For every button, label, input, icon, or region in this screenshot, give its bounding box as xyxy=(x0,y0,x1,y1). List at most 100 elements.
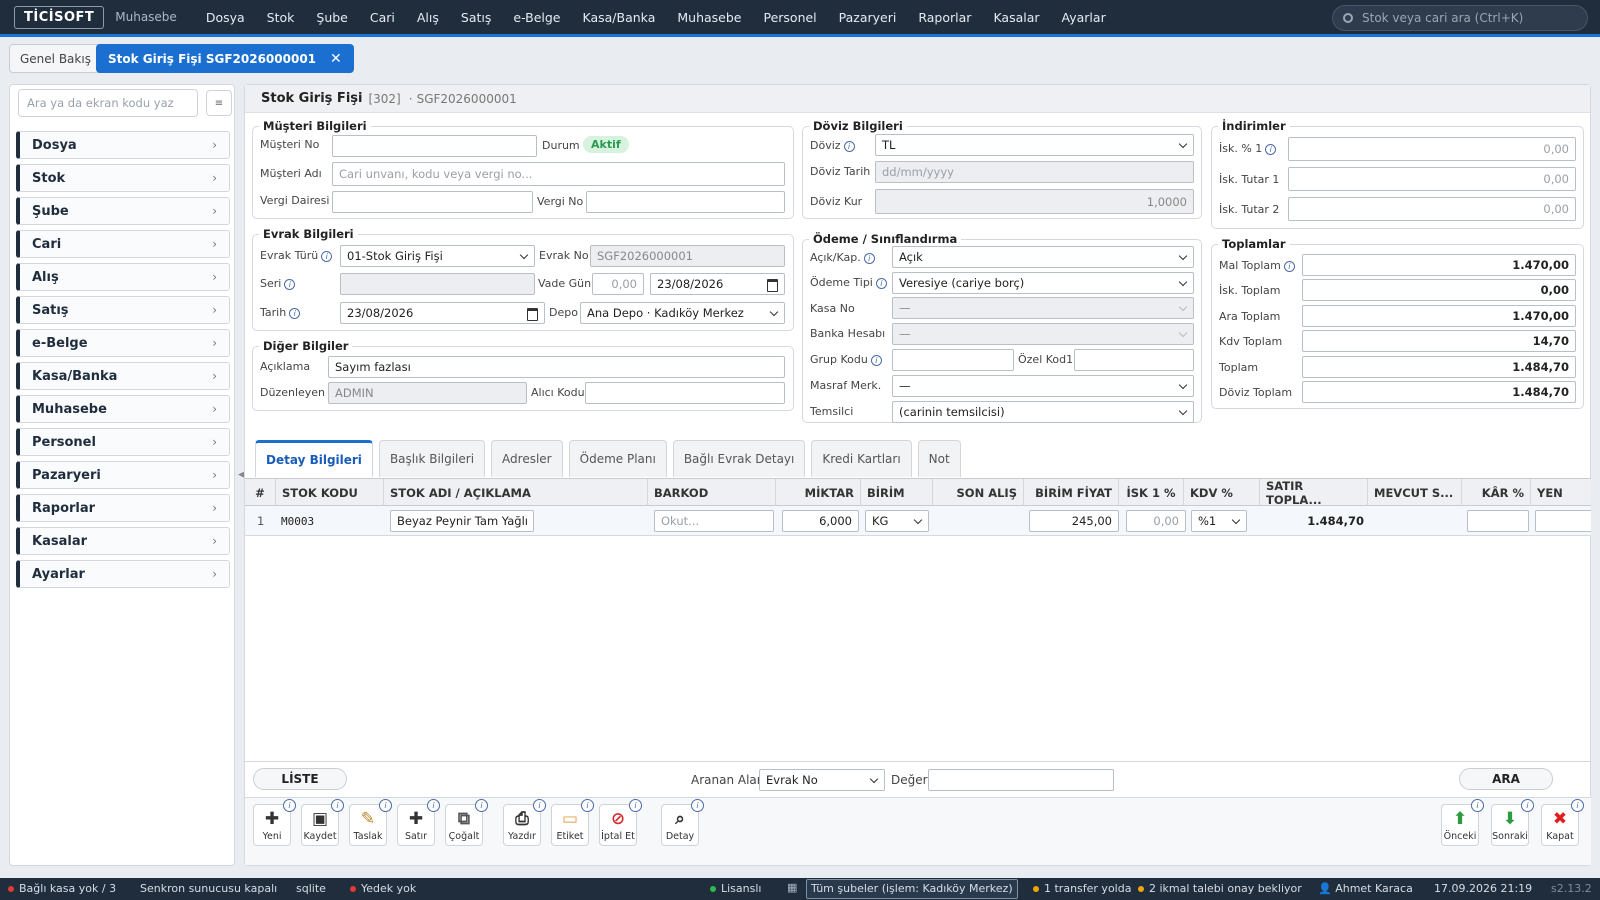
sidebar-item-kasa-banka[interactable]: Kasa/Banka › xyxy=(16,362,230,390)
row-birim-fiyat-input[interactable]: 245,00 xyxy=(1029,510,1119,532)
col-miktar[interactable]: MİKTAR xyxy=(776,479,861,506)
col-no[interactable]: # xyxy=(245,479,276,506)
info-icon[interactable]: i xyxy=(475,799,488,812)
sidebar-item-ayarlar[interactable]: Ayarlar › xyxy=(16,560,230,588)
info-icon[interactable]: i xyxy=(843,141,855,152)
info-icon[interactable]: i xyxy=(691,799,704,812)
global-search-input[interactable]: Stok veya cari ara (Ctrl+K) xyxy=(1332,5,1588,31)
musteri-no-input[interactable] xyxy=(332,135,537,157)
musteri-adi-input[interactable]: Cari unvanı, kodu veya vergi no... xyxy=(332,162,785,186)
menu-stok[interactable]: Stok xyxy=(267,10,295,25)
tarih-input[interactable]: 23/08/2026 xyxy=(340,302,545,324)
info-icon[interactable]: i xyxy=(1571,799,1584,812)
info-icon[interactable]: i xyxy=(379,799,392,812)
sidebar-menu-icon[interactable]: ≡ xyxy=(206,90,232,116)
row-stok-kodu[interactable]: M0003 xyxy=(281,510,314,532)
col-stok-kodu[interactable]: STOK KODU xyxy=(276,479,384,506)
aciklama-input[interactable]: Sayım fazlası xyxy=(328,356,785,378)
col-yeni[interactable]: YEN xyxy=(1531,479,1591,506)
status-transfer[interactable]: 1 transfer yolda xyxy=(1033,882,1131,895)
info-icon[interactable]: i xyxy=(870,355,882,366)
grup-kodu-input[interactable] xyxy=(892,349,1014,371)
info-icon[interactable]: i xyxy=(1265,144,1277,155)
liste-button[interactable]: LİSTE xyxy=(253,768,347,790)
info-icon[interactable]: i xyxy=(1471,799,1484,812)
row-miktar-input[interactable]: 6,000 xyxy=(782,510,859,532)
info-icon[interactable]: i xyxy=(629,799,642,812)
info-icon[interactable]: i xyxy=(289,308,301,319)
row-barkod-input[interactable]: Okut... xyxy=(654,510,774,532)
sidebar-item-alis[interactable]: Alış › xyxy=(16,263,230,291)
menu-alis[interactable]: Alış xyxy=(417,10,439,25)
info-icon[interactable]: i xyxy=(1521,799,1534,812)
menu-pazaryeri[interactable]: Pazaryeri xyxy=(839,10,897,25)
sidebar-item-cari[interactable]: Cari › xyxy=(16,230,230,258)
sidebar-item-dosya[interactable]: Dosya › xyxy=(16,131,230,159)
isk1-input[interactable]: 0,00 xyxy=(1288,137,1576,161)
tab-bagli-evrak-detayi[interactable]: Bağlı Evrak Detayı xyxy=(672,440,806,477)
sidebar-item-satis[interactable]: Satış › xyxy=(16,296,230,324)
detay-button[interactable]: ⌕ Detay i xyxy=(661,799,704,846)
tab-stok-giris-fisi[interactable]: Stok Giriş Fişi SGF2026000001 ✕ xyxy=(96,44,354,73)
status-user[interactable]: 👤 Ahmet Karaca xyxy=(1318,882,1413,895)
row-birim-select[interactable]: KG xyxy=(865,510,929,532)
duzenleyen-input[interactable]: ADMIN xyxy=(328,382,527,404)
col-isk1[interactable]: İSK 1 % xyxy=(1119,479,1184,506)
menu-dosya[interactable]: Dosya xyxy=(206,10,245,25)
vergi-dairesi-input[interactable] xyxy=(332,191,533,213)
taslak-button[interactable]: ✎ Taslak i xyxy=(349,799,392,846)
row-yeni-input[interactable] xyxy=(1535,510,1591,532)
info-icon[interactable]: i xyxy=(331,799,344,812)
app-logo[interactable]: TİCİSOFT xyxy=(14,5,105,29)
tab-detay-bilgileri[interactable]: Detay Bilgileri xyxy=(255,440,373,477)
sidebar-item-pazaryeri[interactable]: Pazaryeri › xyxy=(16,461,230,489)
vade-gun-input[interactable]: 0,00 xyxy=(592,273,644,295)
satir-button[interactable]: ✚ Satır i xyxy=(397,799,440,846)
temsilci-select[interactable]: (carinin temsilcisi) xyxy=(892,401,1194,423)
menu-sube[interactable]: Şube xyxy=(316,10,347,25)
info-icon[interactable]: i xyxy=(533,799,546,812)
row-isk-input[interactable]: 0,00 xyxy=(1126,510,1186,532)
doviz-select[interactable]: TL xyxy=(875,134,1194,156)
kaydet-button[interactable]: ▣ Kaydet i xyxy=(301,799,344,846)
yazdir-button[interactable]: ⎙ Yazdır i xyxy=(503,799,546,846)
ozel-kod1-input[interactable] xyxy=(1074,349,1194,371)
info-icon[interactable]: i xyxy=(427,799,440,812)
menu-kasa-banka[interactable]: Kasa/Banka xyxy=(583,10,656,25)
sube-select[interactable]: Tüm şubeler (işlem: Kadıköy Merkez) xyxy=(806,879,1018,899)
col-mevcut[interactable]: MEVCUT S... xyxy=(1368,479,1462,506)
info-icon[interactable]: i xyxy=(284,279,296,290)
sidebar-search-input[interactable]: Ara ya da ekran kodu yaz xyxy=(18,89,198,117)
tab-not[interactable]: Not xyxy=(917,440,961,477)
aranan-alan-select[interactable]: Evrak No xyxy=(759,769,885,791)
onceki-button[interactable]: ⬆ Önceki i xyxy=(1441,799,1484,846)
masraf-merk-select[interactable]: — xyxy=(892,375,1194,397)
ara-button[interactable]: ARA xyxy=(1459,768,1553,790)
info-icon[interactable]: i xyxy=(283,799,296,812)
info-icon[interactable]: i xyxy=(321,251,333,262)
info-icon[interactable]: i xyxy=(1283,261,1295,272)
col-stok-adi[interactable]: STOK ADI / AÇIKLAMA xyxy=(384,479,648,506)
col-satir-toplam[interactable]: SATIR TOPLA... xyxy=(1260,479,1368,507)
sonraki-button[interactable]: ⬇ Sonraki i xyxy=(1491,799,1534,846)
isk-tutar1-input[interactable]: 0,00 xyxy=(1288,167,1576,191)
col-kar[interactable]: KÂR % xyxy=(1462,479,1531,506)
kasa-no-select[interactable]: — xyxy=(892,297,1194,319)
isk-tutar2-input[interactable]: 0,00 xyxy=(1288,197,1576,221)
col-birim[interactable]: BİRİM xyxy=(861,479,933,506)
menu-satis[interactable]: Satış xyxy=(461,10,491,25)
acik-kap-select[interactable]: Açık xyxy=(892,246,1194,268)
menu-personel[interactable]: Personel xyxy=(763,10,816,25)
kapat-button[interactable]: ✖ Kapat i xyxy=(1541,799,1584,846)
odeme-tipi-select[interactable]: Veresiye (cariye borç) xyxy=(892,272,1194,294)
sidebar-item-sube[interactable]: Şube › xyxy=(16,197,230,225)
sidebar-item-raporlar[interactable]: Raporlar › xyxy=(16,494,230,522)
menu-ebelge[interactable]: e-Belge xyxy=(513,10,560,25)
table-row[interactable]: 1 M0003 Beyaz Peynir Tam Yağlı Okut... 6… xyxy=(245,506,1591,536)
tab-genel-bakis[interactable]: Genel Bakış xyxy=(9,44,102,73)
alici-kodu-input[interactable] xyxy=(585,382,785,404)
doviz-tarih-input[interactable]: dd/mm/yyyy xyxy=(875,161,1194,183)
deger-input[interactable] xyxy=(928,769,1114,791)
sidebar-item-ebelge[interactable]: e-Belge › xyxy=(16,329,230,357)
menu-raporlar[interactable]: Raporlar xyxy=(918,10,971,25)
